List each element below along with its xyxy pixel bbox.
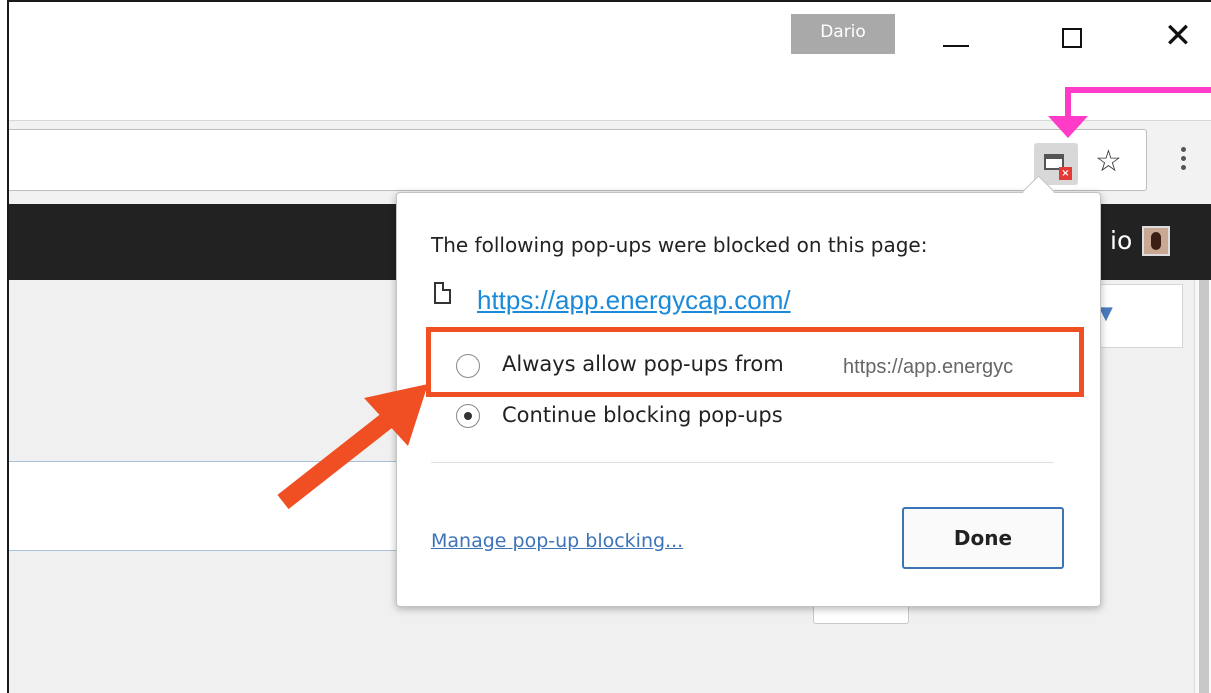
maximize-button[interactable]: [1049, 18, 1099, 62]
scroll-thumb[interactable]: [1199, 280, 1209, 693]
document-icon: [434, 282, 451, 304]
profile-button[interactable]: Dario: [791, 14, 895, 54]
blocked-popup-link[interactable]: https://app.energycap.com/: [477, 285, 791, 316]
done-button[interactable]: Done: [902, 507, 1064, 569]
title-bar: Dario ✕: [9, 2, 1211, 120]
continue-blocking-radio[interactable]: [456, 404, 480, 428]
manage-popup-blocking-link[interactable]: Manage pop-up blocking...: [431, 530, 683, 552]
avatar[interactable]: [1142, 226, 1170, 256]
minimize-button[interactable]: [931, 18, 981, 62]
chevron-down-icon: ▼: [1099, 303, 1113, 324]
user-name[interactable]: io: [1110, 226, 1132, 255]
minimize-icon: [943, 45, 969, 47]
close-icon: ✕: [1163, 16, 1193, 56]
page-input-area[interactable]: [9, 461, 409, 551]
browser-menu-icon[interactable]: [1181, 147, 1187, 174]
close-button[interactable]: ✕: [1153, 16, 1203, 62]
maximize-icon: [1062, 28, 1082, 48]
continue-blocking-label[interactable]: Continue blocking pop-ups: [502, 403, 783, 427]
bubble-title: The following pop-ups were blocked on th…: [431, 233, 928, 257]
divider: [431, 462, 1054, 463]
popup-blocked-bubble: The following pop-ups were blocked on th…: [396, 192, 1101, 607]
blocked-x-icon: ×: [1059, 167, 1072, 180]
bookmark-star-icon[interactable]: ☆: [1095, 145, 1122, 179]
address-bar[interactable]: [9, 129, 1147, 191]
annotation-highlight-box: [426, 327, 1084, 397]
scrollbar[interactable]: [1194, 280, 1211, 693]
